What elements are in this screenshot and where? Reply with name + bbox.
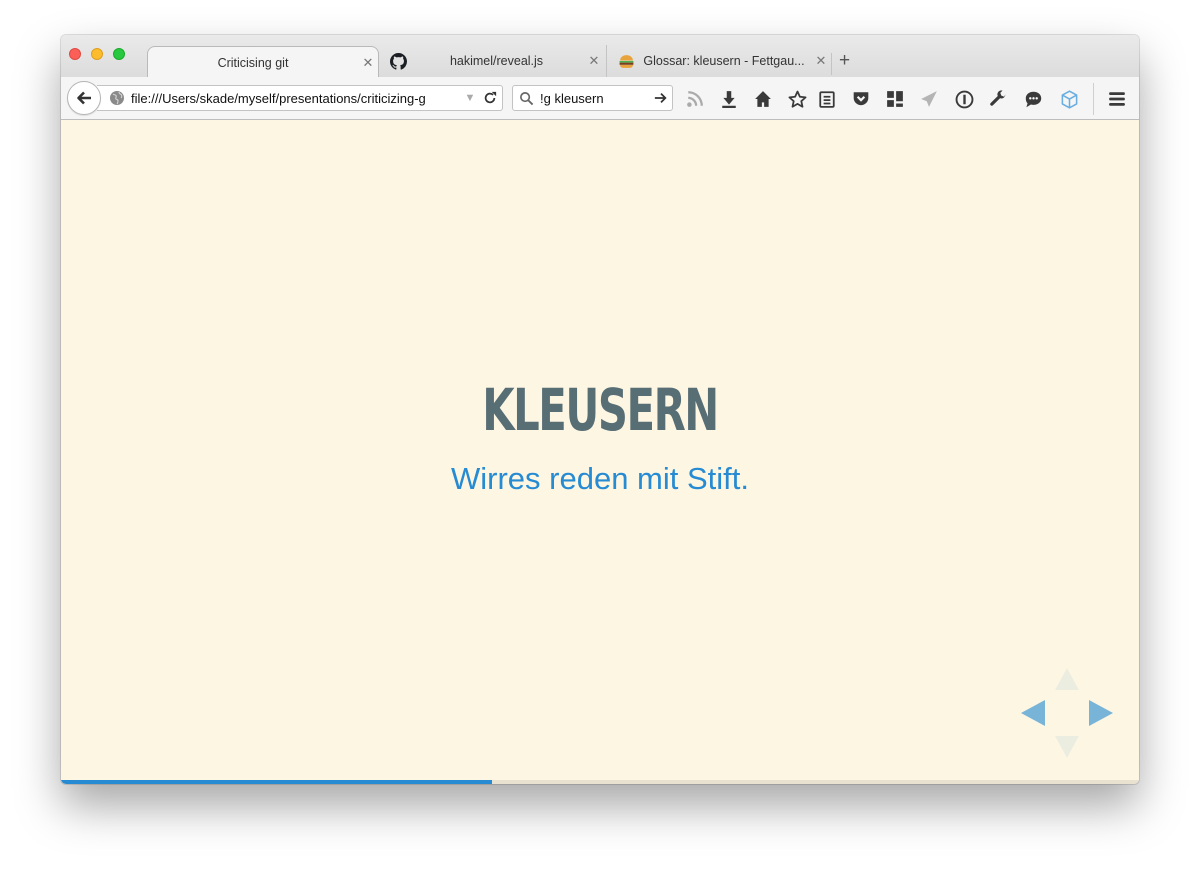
globe-icon bbox=[110, 91, 124, 105]
tab-close-icon[interactable]: ✕ bbox=[584, 53, 604, 69]
search-icon bbox=[520, 91, 534, 105]
pocket-icon[interactable] bbox=[850, 88, 872, 110]
nav-right-arrow[interactable] bbox=[1089, 700, 1113, 726]
navigation-toolbar: file:///Users/skade/myself/presentations… bbox=[61, 77, 1139, 120]
window-zoom-button[interactable] bbox=[113, 48, 125, 60]
cube-icon[interactable] bbox=[1058, 88, 1080, 110]
tab-glossar-kleusern[interactable]: Glossar: kleusern - Fettgau... ✕ bbox=[606, 45, 831, 77]
reading-list-icon[interactable] bbox=[816, 88, 838, 110]
slide-navigation-controls bbox=[1019, 666, 1119, 766]
burger-icon bbox=[615, 53, 637, 70]
nav-up-arrow[interactable] bbox=[1055, 668, 1079, 690]
slide-title: KLEUSERN bbox=[482, 376, 719, 444]
window-close-button[interactable] bbox=[69, 48, 81, 60]
search-input[interactable]: !g kleusern bbox=[540, 91, 650, 106]
tab-title: hakimel/reveal.js bbox=[449, 54, 544, 68]
browser-window: Criticising git ✕ hakimel/reveal.js ✕ Gl… bbox=[61, 35, 1139, 784]
tab-reveal-js[interactable]: hakimel/reveal.js ✕ bbox=[379, 45, 604, 77]
tab-close-icon[interactable]: ✕ bbox=[358, 55, 378, 71]
url-bar[interactable]: file:///Users/skade/myself/presentations… bbox=[97, 85, 503, 111]
search-go-icon[interactable] bbox=[650, 91, 672, 105]
github-icon bbox=[387, 52, 409, 70]
chat-icon[interactable] bbox=[1022, 88, 1044, 110]
back-button[interactable] bbox=[67, 81, 101, 115]
nav-left-arrow[interactable] bbox=[1021, 700, 1045, 726]
tab-criticising-git[interactable]: Criticising git ✕ bbox=[147, 46, 379, 78]
nav-down-arrow[interactable] bbox=[1055, 736, 1079, 758]
tiles-icon[interactable] bbox=[884, 88, 906, 110]
slide-progress-fill bbox=[61, 780, 493, 784]
reload-icon[interactable] bbox=[478, 91, 502, 105]
send-icon[interactable] bbox=[918, 88, 940, 110]
download-icon[interactable] bbox=[718, 88, 740, 110]
rss-icon[interactable] bbox=[684, 88, 706, 110]
chevron-down-icon[interactable]: ▼ bbox=[462, 92, 478, 104]
url-text[interactable]: file:///Users/skade/myself/presentations… bbox=[131, 91, 462, 106]
window-minimize-button[interactable] bbox=[91, 48, 103, 60]
wrench-icon[interactable] bbox=[987, 88, 1009, 110]
toolbar-separator bbox=[1093, 83, 1094, 115]
new-tab-button[interactable]: + bbox=[839, 50, 850, 72]
menu-icon[interactable] bbox=[1106, 88, 1128, 110]
search-box[interactable]: !g kleusern bbox=[512, 85, 673, 111]
slide-progress-bar bbox=[61, 780, 1139, 784]
presentation-slide: KLEUSERN Wirres reden mit Stift. bbox=[61, 121, 1139, 784]
slide-subtitle: Wirres reden mit Stift. bbox=[451, 461, 749, 496]
tab-title: Glossar: kleusern - Fettgau... bbox=[643, 54, 805, 68]
tab-close-icon[interactable]: ✕ bbox=[811, 53, 831, 69]
home-icon[interactable] bbox=[752, 88, 774, 110]
star-icon[interactable] bbox=[786, 88, 808, 110]
back-arrow-icon bbox=[77, 91, 91, 105]
tab-divider bbox=[831, 53, 832, 75]
tab-strip: Criticising git ✕ hakimel/reveal.js ✕ Gl… bbox=[61, 35, 1139, 78]
password-icon[interactable] bbox=[953, 88, 975, 110]
tab-title: Criticising git bbox=[217, 55, 289, 70]
